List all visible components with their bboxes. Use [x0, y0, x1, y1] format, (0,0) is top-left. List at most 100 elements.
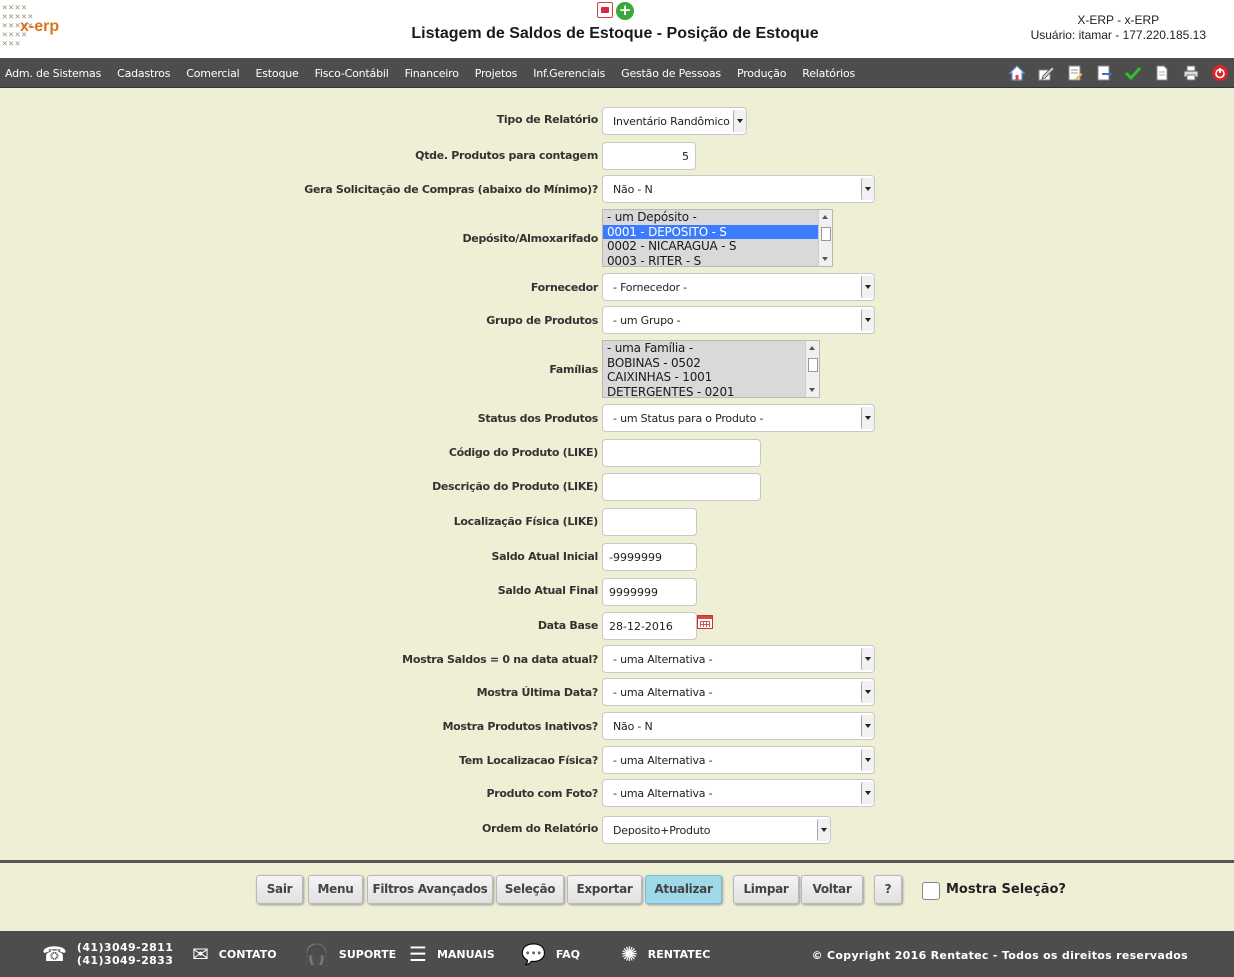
- header-icons: +: [597, 2, 634, 20]
- listbox-familias[interactable]: - uma Família - BOBINAS - 0502 CAIXINHAS…: [602, 340, 820, 398]
- network-icon: ✺: [621, 942, 638, 966]
- menu-inf-gerenciais[interactable]: Inf.Gerenciais: [525, 67, 613, 80]
- scroll-down-icon[interactable]: [822, 257, 828, 261]
- listbox-deposito[interactable]: - um Depósito - 0001 - DEPOSITO - S 0002…: [602, 209, 833, 267]
- back-button[interactable]: Voltar: [801, 875, 863, 904]
- scroll-up-icon[interactable]: [809, 346, 815, 350]
- footer-support-link[interactable]: 🎧 SUPORTE: [304, 931, 396, 977]
- menu-cadastros[interactable]: Cadastros: [109, 67, 178, 80]
- selection-button[interactable]: Seleção: [496, 875, 564, 904]
- select-tipo-relatorio[interactable]: Inventário Randômico: [602, 107, 747, 135]
- footer-rentatec-link[interactable]: ✺ RENTATEC: [621, 931, 710, 977]
- input-codigo-produto[interactable]: [602, 439, 761, 467]
- pdf-icon[interactable]: [597, 2, 613, 18]
- advanced-filters-button[interactable]: Filtros Avançados: [367, 875, 493, 904]
- select-grupo-produtos-value: - um Grupo -: [613, 314, 681, 327]
- footer-manuals-link[interactable]: ☰ MANUAIS: [409, 931, 495, 977]
- list-item[interactable]: - uma Família -: [603, 341, 819, 356]
- select-fornecedor[interactable]: - Fornecedor -: [602, 273, 875, 301]
- toolbar-icons: [1007, 63, 1230, 83]
- input-saldo-inicial-value: -9999999: [609, 551, 662, 564]
- menu-gestao-pessoas[interactable]: Gestão de Pessoas: [613, 67, 729, 80]
- chevron-down-icon: [861, 648, 874, 670]
- label-mostra-saldos-zero: Mostra Saldos = 0 na data atual?: [402, 653, 598, 666]
- menu-adm-sistemas[interactable]: Adm. de Sistemas: [0, 67, 109, 80]
- list-item[interactable]: - um Depósito -: [603, 210, 832, 225]
- chevron-down-icon: [861, 178, 874, 200]
- scrollbar[interactable]: [818, 210, 832, 266]
- input-qtde-produtos[interactable]: 5: [602, 142, 696, 170]
- input-saldo-final[interactable]: 9999999: [602, 578, 697, 606]
- menu-estoque[interactable]: Estoque: [248, 67, 307, 80]
- input-localizacao-fisica[interactable]: [602, 508, 697, 536]
- select-mostra-saldos-zero[interactable]: - uma Alternativa -: [602, 645, 875, 673]
- menu-comercial[interactable]: Comercial: [178, 67, 247, 80]
- select-tem-localizacao-value: - uma Alternativa -: [613, 754, 713, 767]
- select-gera-solicitacao[interactable]: Não - N: [602, 175, 875, 203]
- show-selection-checkbox[interactable]: [922, 882, 940, 900]
- input-descricao-produto[interactable]: [602, 473, 761, 501]
- footer-faq-link[interactable]: 💬 FAQ: [521, 931, 580, 977]
- calendar-icon[interactable]: [697, 615, 713, 629]
- chevron-down-icon: [861, 681, 874, 703]
- scroll-thumb[interactable]: [808, 358, 818, 372]
- chevron-down-icon: [733, 110, 746, 132]
- copyright: © Copyright 2016 Rentatec - Todos os dir…: [811, 949, 1188, 962]
- label-fornecedor: Fornecedor: [530, 281, 598, 294]
- list-item[interactable]: 0002 - NICARAGUA - S: [603, 239, 832, 254]
- export-icon[interactable]: [1094, 63, 1114, 83]
- power-icon[interactable]: [1210, 63, 1230, 83]
- menu-financeiro[interactable]: Financeiro: [397, 67, 467, 80]
- phone-icon: ☎: [42, 942, 67, 966]
- select-ordem-relatorio-value: Deposito+Produto: [613, 824, 711, 837]
- label-descricao-produto: Descrição do Produto (LIKE): [432, 480, 598, 493]
- select-produto-foto[interactable]: - uma Alternativa -: [602, 779, 875, 807]
- manuals-label: MANUAIS: [436, 947, 495, 961]
- document-edit-icon[interactable]: [1065, 63, 1085, 83]
- menu-fisco-contabil[interactable]: Fisco-Contábil: [307, 67, 397, 80]
- help-button[interactable]: ?: [874, 875, 902, 904]
- export-button[interactable]: Exportar: [567, 875, 642, 904]
- label-deposito: Depósito/Almoxarifado: [462, 232, 598, 245]
- select-ordem-relatorio[interactable]: Deposito+Produto: [602, 816, 831, 844]
- list-item[interactable]: CAIXINHAS - 1001: [603, 370, 819, 385]
- add-icon[interactable]: +: [616, 2, 634, 20]
- input-saldo-inicial[interactable]: -9999999: [602, 543, 697, 571]
- exit-button[interactable]: Sair: [256, 875, 303, 904]
- clear-button[interactable]: Limpar: [733, 875, 799, 904]
- list-item[interactable]: DETERGENTES - 0201: [603, 385, 819, 398]
- select-tem-localizacao[interactable]: - uma Alternativa -: [602, 746, 875, 774]
- home-icon[interactable]: [1007, 63, 1027, 83]
- label-codigo-produto: Código do Produto (LIKE): [448, 446, 598, 459]
- menu-producao[interactable]: Produção: [729, 67, 794, 80]
- scroll-down-icon[interactable]: [809, 388, 815, 392]
- mail-icon: ✉: [192, 942, 209, 966]
- list-item[interactable]: BOBINAS - 0502: [603, 356, 819, 371]
- print-icon[interactable]: [1181, 63, 1201, 83]
- check-icon[interactable]: [1123, 63, 1143, 83]
- footer-contact-link[interactable]: ✉ CONTATO: [192, 931, 277, 977]
- label-gera-solicitacao: Gera Solicitação de Compras (abaixo do M…: [304, 183, 598, 196]
- input-data-base[interactable]: 28-12-2016: [602, 612, 697, 640]
- menu-button[interactable]: Menu: [308, 875, 363, 904]
- scrollbar[interactable]: [805, 341, 819, 397]
- update-button[interactable]: Atualizar: [645, 875, 722, 904]
- scroll-up-icon[interactable]: [822, 215, 828, 219]
- label-localizacao-fisica: Localização Física (LIKE): [453, 515, 599, 528]
- menu-projetos[interactable]: Projetos: [467, 67, 525, 80]
- list-item[interactable]: 0003 - RITER - S: [603, 254, 832, 267]
- select-mostra-inativos[interactable]: Não - N: [602, 712, 875, 740]
- select-mostra-ultima-data[interactable]: - uma Alternativa -: [602, 678, 875, 706]
- select-grupo-produtos[interactable]: - um Grupo -: [602, 306, 875, 334]
- scroll-thumb[interactable]: [821, 227, 831, 241]
- new-document-icon[interactable]: [1152, 63, 1172, 83]
- list-item-selected[interactable]: 0001 - DEPOSITO - S: [603, 224, 832, 239]
- select-fornecedor-value: - Fornecedor -: [613, 281, 687, 294]
- select-status-produtos[interactable]: - um Status para o Produto -: [602, 404, 875, 432]
- menu-relatorios[interactable]: Relatórios: [794, 67, 863, 80]
- select-status-produtos-value: - um Status para o Produto -: [613, 412, 764, 425]
- edit-icon[interactable]: [1036, 63, 1056, 83]
- show-selection-label: Mostra Seleção?: [946, 882, 1066, 897]
- user-info: X-ERP - x-ERP Usuário: itamar - 177.220.…: [1031, 13, 1206, 43]
- footer-phones: ☎ (41)3049-2811 (41)3049-2833: [42, 931, 173, 977]
